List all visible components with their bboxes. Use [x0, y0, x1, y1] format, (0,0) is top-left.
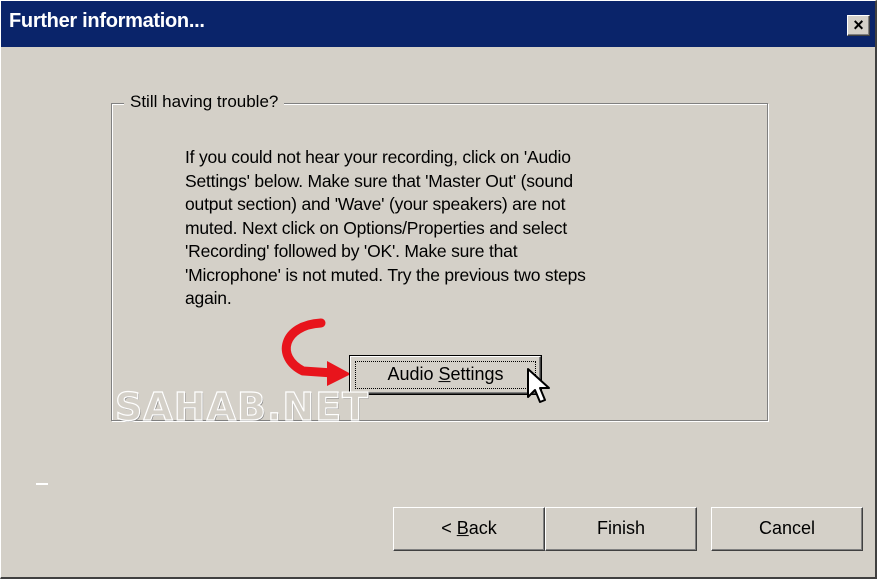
help-text: If you could not hear your recording, cl… — [185, 147, 586, 308]
further-information-dialog: Further information... × Still having tr… — [0, 0, 877, 579]
close-icon: × — [853, 15, 864, 35]
audio-settings-label-suffix: ettings — [450, 364, 504, 385]
watermark-text: SAHAB.NET — [114, 384, 370, 429]
title-bar[interactable]: Further information... × — [1, 1, 875, 47]
audio-settings-label: Audio Settings — [351, 364, 540, 385]
separator-dash — [36, 483, 48, 485]
back-mnemonic: B — [456, 518, 469, 539]
back-label: < Back — [394, 518, 544, 539]
mouse-pointer-icon — [527, 368, 550, 403]
finish-button[interactable]: Finish — [545, 507, 697, 551]
back-button[interactable]: < Back — [393, 507, 545, 551]
cancel-label: Cancel — [758, 518, 816, 539]
back-label-suffix: ack — [468, 518, 497, 539]
audio-settings-mnemonic: S — [438, 364, 451, 385]
finish-label: Finish — [596, 518, 645, 539]
back-label-prefix: < — [441, 518, 457, 539]
close-button[interactable]: × — [847, 15, 870, 36]
red-curved-arrow-icon — [281, 318, 351, 386]
cancel-button[interactable]: Cancel — [711, 507, 863, 551]
groupbox-legend: Still having trouble? — [124, 92, 285, 112]
window-title: Further information... — [9, 10, 205, 32]
audio-settings-label-prefix: Audio — [387, 364, 439, 385]
audio-settings-button[interactable]: Audio Settings — [349, 355, 542, 395]
